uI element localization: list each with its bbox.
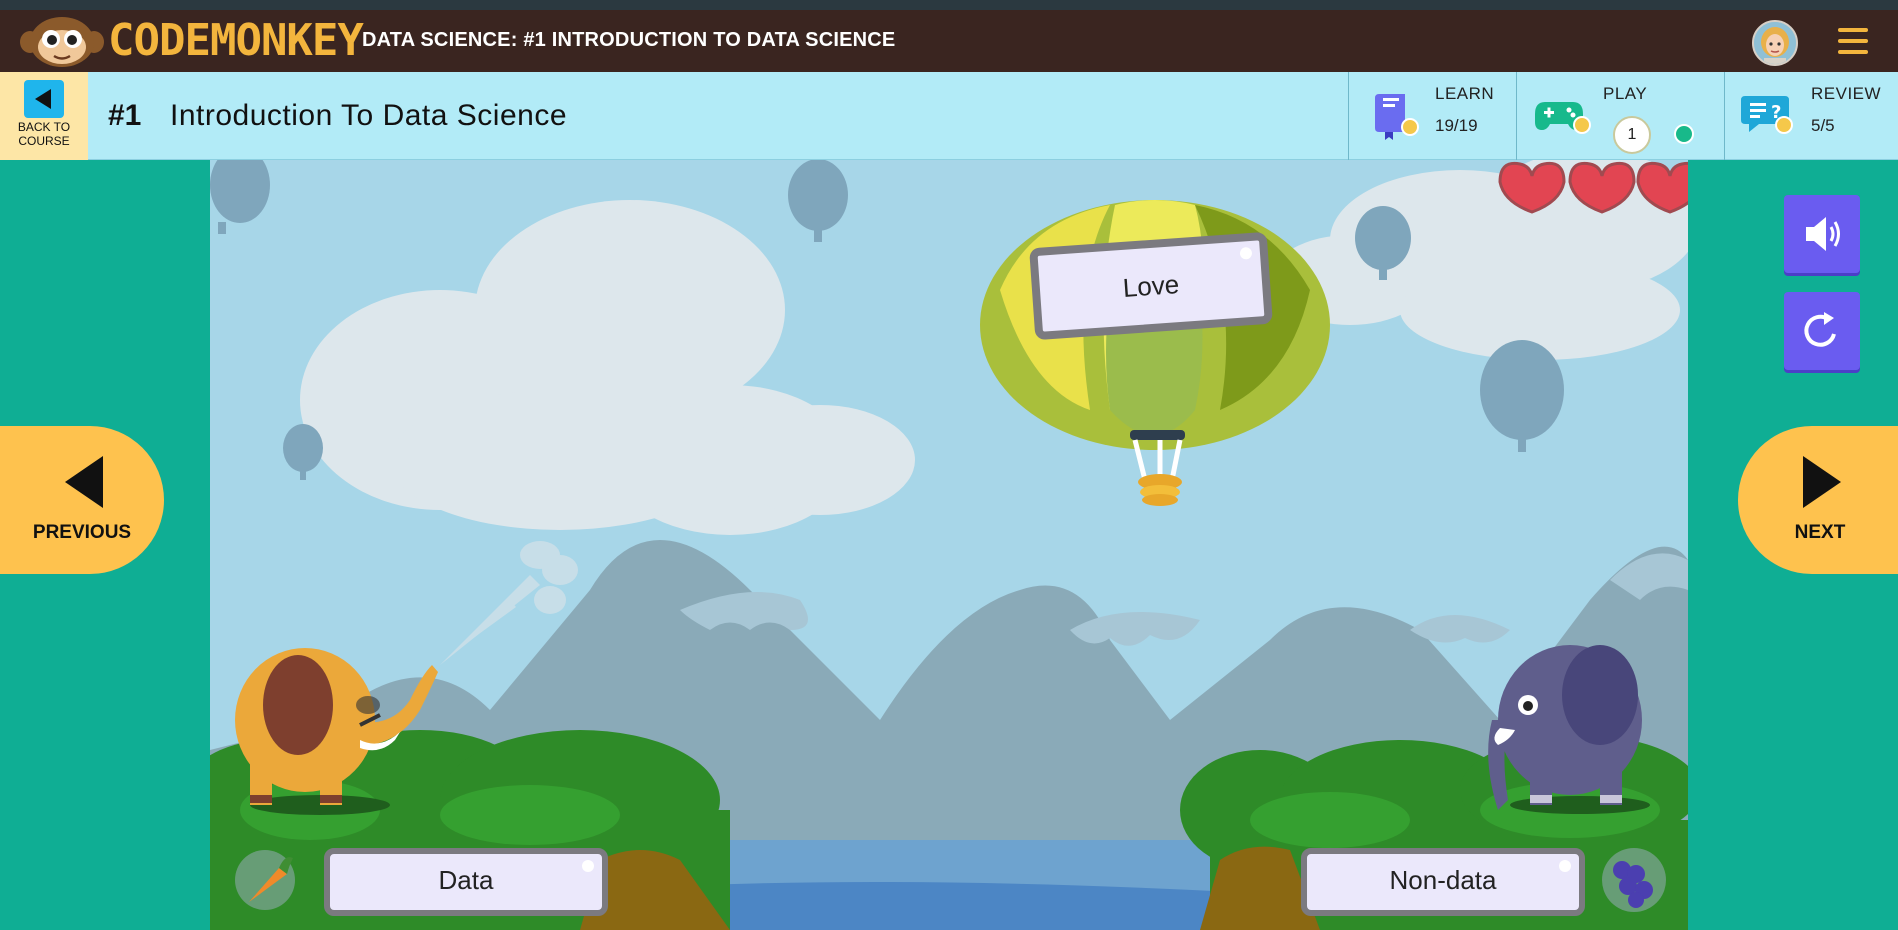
play-label: PLAY — [1603, 84, 1648, 103]
lesson-title: Introduction To Data Science — [170, 99, 568, 132]
balloon-word-card: Love — [1029, 231, 1273, 341]
lives-hearts — [1498, 161, 1688, 214]
play-level-badge[interactable]: 1 — [1613, 116, 1651, 154]
learn-value: 19/19 — [1435, 116, 1478, 135]
monkey-logo-icon — [18, 14, 106, 68]
user-avatar[interactable] — [1752, 20, 1798, 66]
next-label: NEXT — [1794, 522, 1846, 543]
back-to-course-button[interactable]: BACK TO COURSE — [0, 72, 88, 160]
play-star-icon — [1573, 116, 1591, 134]
play-gem-icon — [1674, 124, 1694, 144]
back-arrow-icon — [24, 80, 64, 118]
review-value: 5/5 — [1811, 116, 1835, 135]
non-data-bin-label: Non-data — [1301, 848, 1585, 916]
grapes-icon — [1602, 848, 1666, 912]
browser-top-strip — [0, 0, 1898, 10]
back-label-line2: COURSE — [18, 134, 70, 148]
previous-button[interactable]: PREVIOUS — [0, 426, 164, 574]
next-button[interactable]: NEXT — [1738, 426, 1898, 574]
learn-label: LEARN — [1435, 84, 1495, 103]
review-tab[interactable]: ? REVIEW 5/5 — [1724, 72, 1898, 160]
previous-arrow-icon — [65, 456, 103, 508]
review-label: REVIEW — [1811, 84, 1882, 103]
learn-star-icon — [1401, 118, 1419, 136]
review-star-icon — [1775, 116, 1793, 134]
codemonkey-logo[interactable]: CODEMONKEY — [18, 14, 364, 68]
game-canvas[interactable]: Love Data Non-data — [210, 160, 1688, 930]
next-arrow-icon — [1803, 456, 1841, 508]
brand-wordmark: CODEMONKEY — [108, 15, 364, 66]
app-header: CODEMONKEY DATA SCIENCE: #1 INTRODUCTION… — [0, 10, 1898, 72]
carrot-icon — [235, 850, 295, 910]
speaker-icon — [1806, 217, 1840, 251]
game-scene — [210, 160, 1688, 930]
previous-label: PREVIOUS — [32, 522, 132, 543]
lesson-number: #1 — [108, 99, 142, 132]
sound-button[interactable] — [1784, 195, 1860, 273]
restart-icon — [1804, 312, 1836, 347]
hamburger-menu-icon[interactable] — [1838, 28, 1868, 58]
back-label-line1: BACK TO — [17, 120, 71, 134]
data-bin-label: Data — [324, 848, 608, 916]
lesson-bar: BACK TO COURSE #1 Introduction To Data S… — [0, 72, 1898, 160]
learn-tab[interactable]: LEARN 19/19 — [1348, 72, 1516, 160]
restart-button[interactable] — [1784, 292, 1860, 370]
course-title: DATA SCIENCE: #1 INTRODUCTION TO DATA SC… — [362, 29, 896, 51]
play-tab[interactable]: PLAY 1 — [1516, 72, 1724, 160]
